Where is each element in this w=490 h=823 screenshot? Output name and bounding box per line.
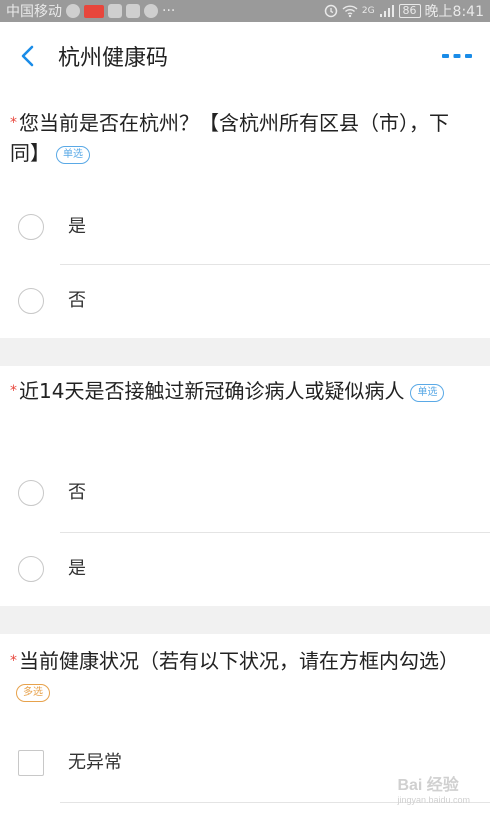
signal-icon bbox=[379, 5, 394, 17]
baidu-watermark: Bai 经验 jingyan.baidu.com bbox=[397, 771, 470, 805]
carrier-label: 中国移动 bbox=[6, 4, 62, 20]
multi-choice-tag: 多选 bbox=[16, 683, 50, 702]
question-3-title: * 当前健康状况（若有以下状况，请在方框内勾选） 多选 bbox=[10, 646, 474, 706]
option-label: 是 bbox=[68, 558, 86, 579]
required-mark: * bbox=[10, 383, 17, 399]
battery-level: 86 bbox=[398, 4, 421, 18]
option-label: 无异常 bbox=[68, 752, 122, 773]
network-type: 2G bbox=[361, 6, 375, 16]
app-notification-icon bbox=[66, 4, 80, 18]
more-notifications-icon: ··· bbox=[162, 3, 176, 19]
question-1-title: * 您当前是否在杭州？【含杭州所有区县（市），下同】 单选 bbox=[10, 108, 474, 168]
question-1-card: * 您当前是否在杭州？【含杭州所有区县（市），下同】 单选 是 否 bbox=[0, 90, 490, 338]
required-mark: * bbox=[10, 653, 17, 669]
watermark-subtext: jingyan.baidu.com bbox=[397, 795, 470, 805]
alarm-icon bbox=[324, 4, 338, 18]
question-2-title: * 近14天是否接触过新冠确诊病人或疑似病人 单选 bbox=[10, 376, 474, 406]
section-gap bbox=[0, 606, 490, 634]
camera-notification-icon bbox=[108, 4, 122, 18]
option-label: 是 bbox=[68, 216, 86, 237]
app-bar: 杭州健康码 bbox=[0, 22, 490, 90]
single-choice-tag: 单选 bbox=[56, 145, 90, 164]
page-title: 杭州健康码 bbox=[58, 46, 169, 71]
question-1-option-1[interactable]: 是 bbox=[0, 190, 490, 264]
radio-button[interactable] bbox=[18, 214, 44, 240]
back-arrow-icon[interactable] bbox=[14, 42, 42, 70]
question-2-option-1[interactable]: 否 bbox=[0, 456, 490, 530]
wifi-icon bbox=[342, 5, 358, 18]
question-3-text: 当前健康状况（若有以下状况，请在方框内勾选） bbox=[19, 649, 459, 673]
radio-button[interactable] bbox=[18, 556, 44, 582]
app-notification-icon-2 bbox=[126, 4, 140, 18]
question-2-text: 近14天是否接触过新冠确诊病人或疑似病人 bbox=[19, 379, 405, 403]
question-2-card: * 近14天是否接触过新冠确诊病人或疑似病人 单选 否 是 bbox=[0, 366, 490, 606]
checkbox[interactable] bbox=[18, 750, 44, 776]
question-1-option-2[interactable]: 否 bbox=[0, 264, 490, 338]
status-bar: 中国移动 ··· 2G 86 晚上8:41 bbox=[0, 0, 490, 22]
clock: 晚上8:41 bbox=[424, 4, 484, 20]
app-notification-icon-3 bbox=[144, 4, 158, 18]
watermark-text: Bai 经验 bbox=[397, 777, 459, 794]
option-label: 否 bbox=[68, 290, 86, 311]
question-2-option-2[interactable]: 是 bbox=[0, 532, 490, 606]
required-mark: * bbox=[10, 115, 17, 131]
more-options-icon[interactable] bbox=[440, 50, 474, 62]
toutiao-notification-icon bbox=[84, 4, 104, 18]
section-gap bbox=[0, 338, 490, 366]
single-choice-tag: 单选 bbox=[410, 383, 445, 402]
radio-button[interactable] bbox=[18, 288, 44, 314]
radio-button[interactable] bbox=[18, 480, 44, 506]
option-label: 否 bbox=[68, 482, 86, 503]
